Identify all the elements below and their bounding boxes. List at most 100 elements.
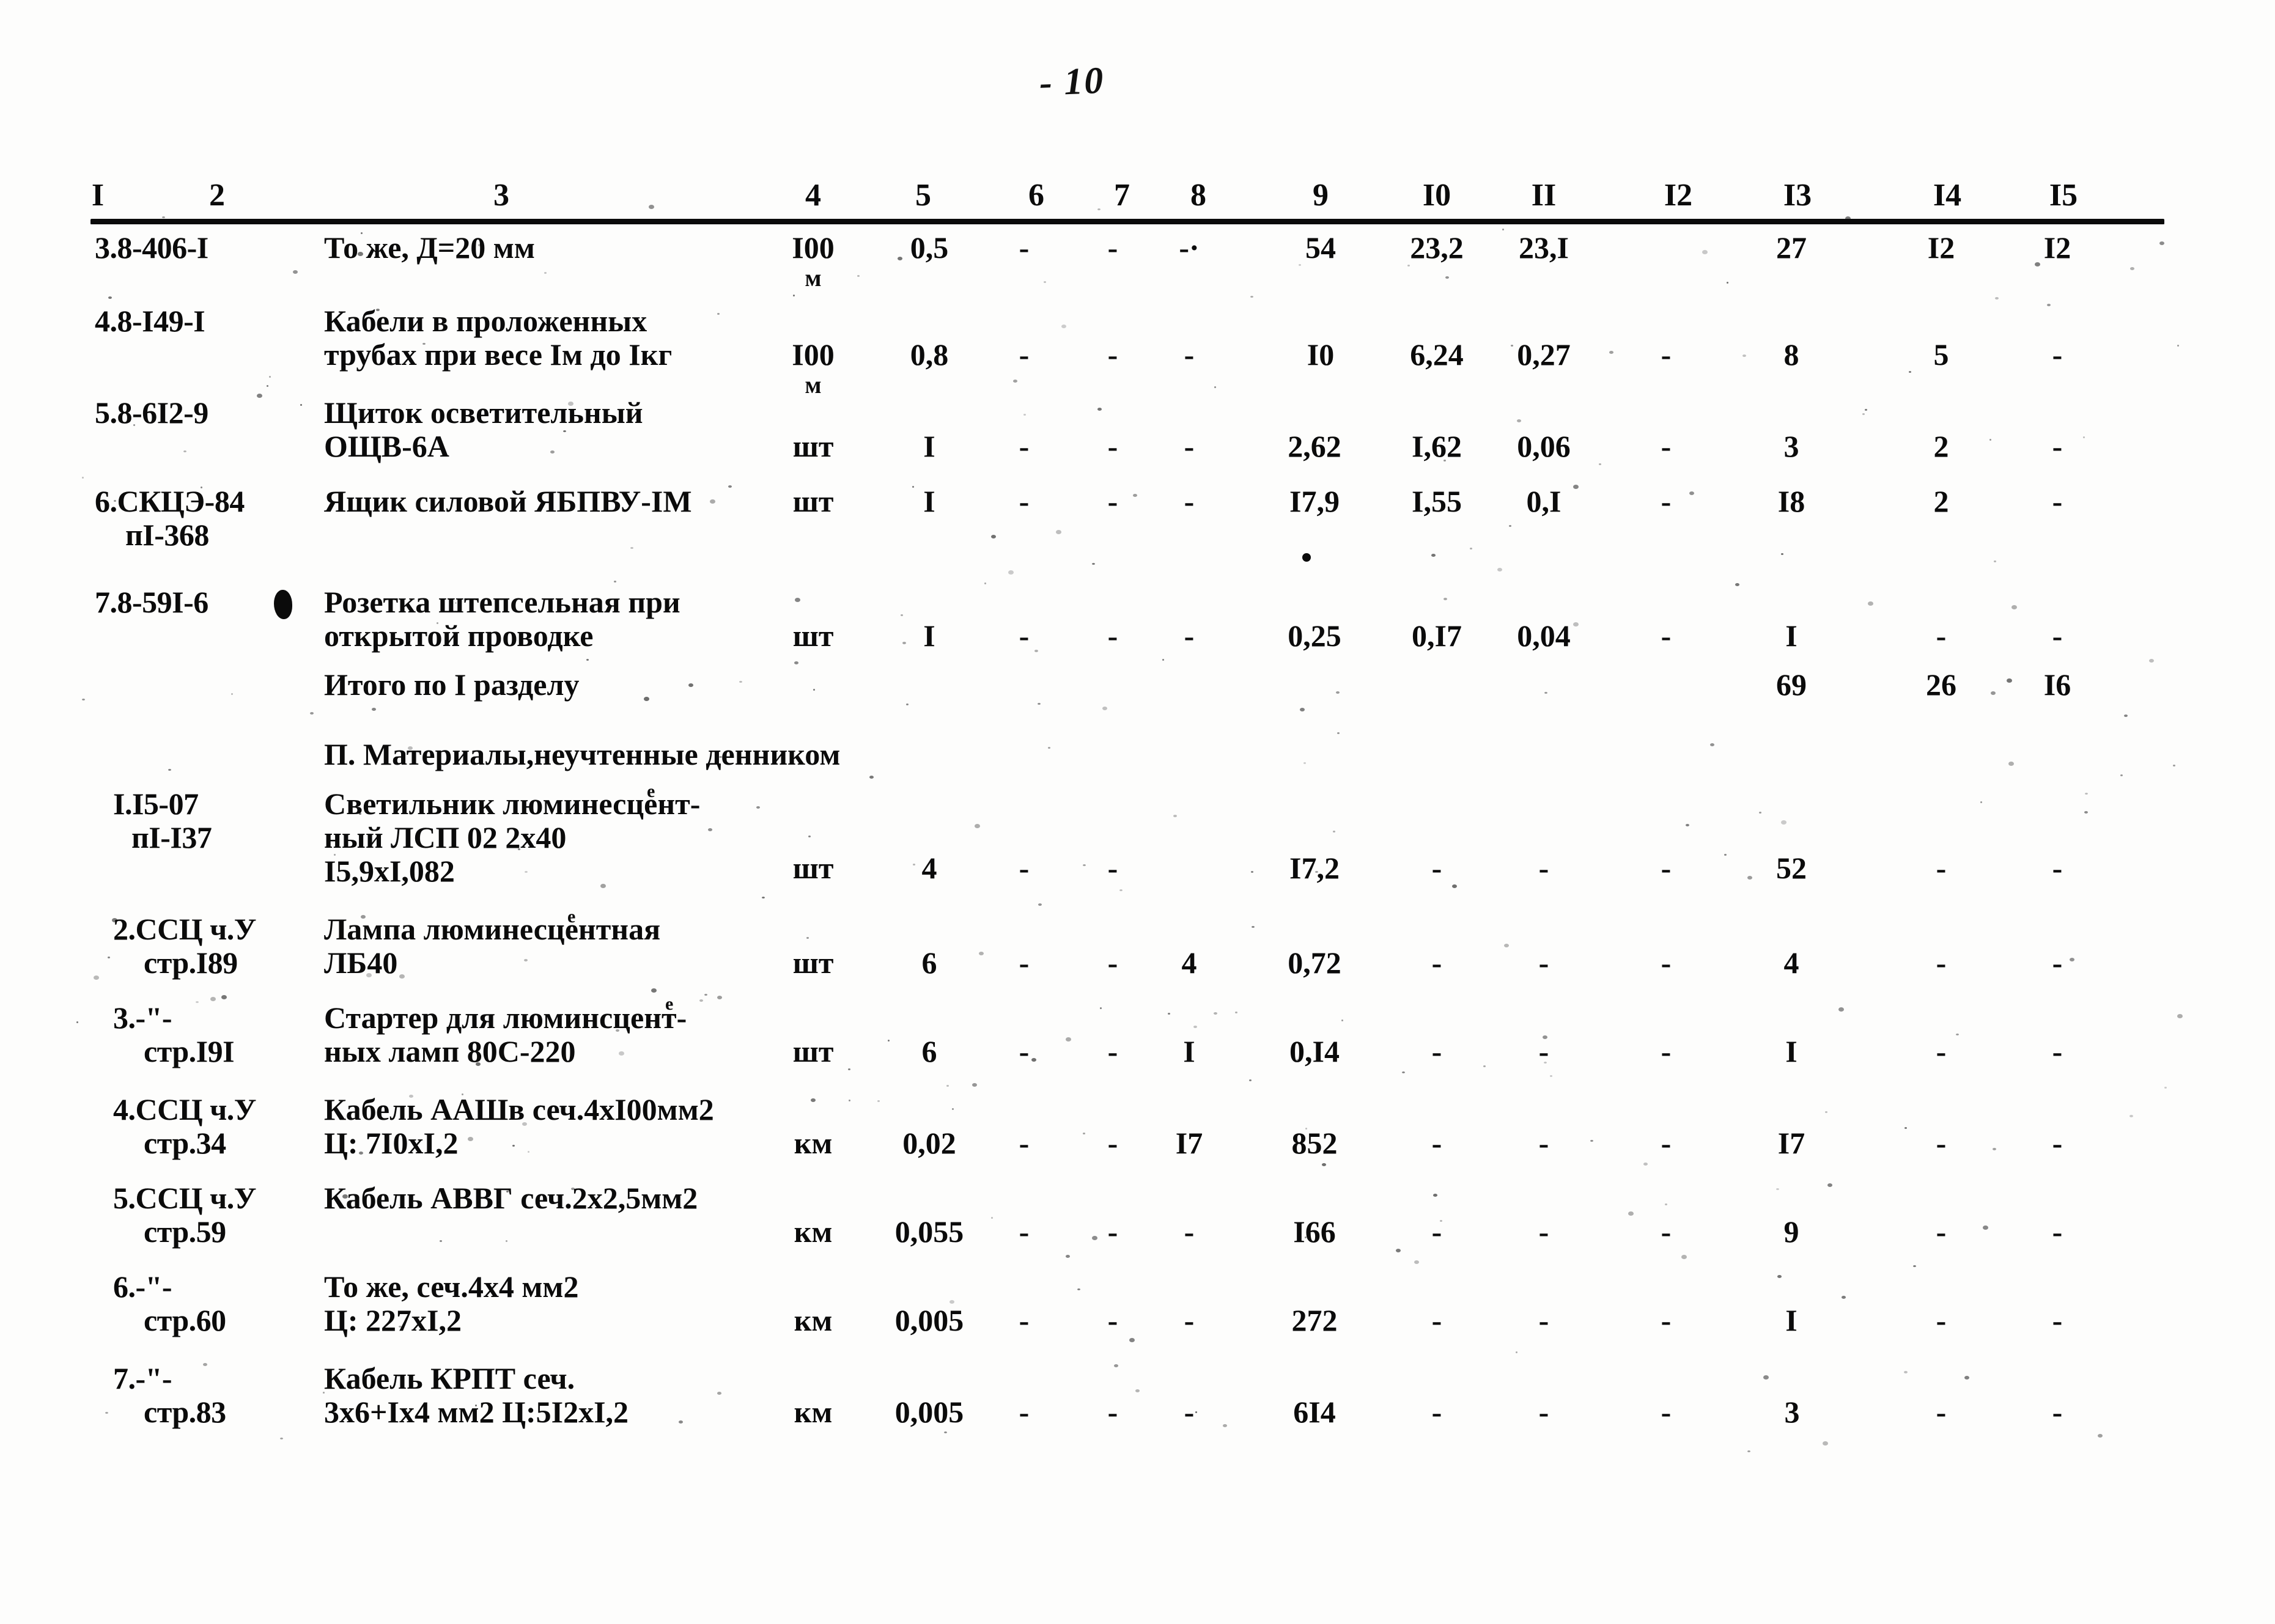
row-unit: км <box>794 1126 833 1160</box>
section-heading: П. Материалы,неучтенные денником <box>324 737 841 771</box>
row-c14: 5 <box>1933 337 1949 372</box>
row-c11: - <box>1538 1303 1549 1337</box>
row-desc-line-1: Светильник люминесцент- <box>324 787 701 821</box>
row-c11: - <box>1538 1034 1549 1068</box>
row-desc-line-1: То же, сеч.4х4 мм2 <box>324 1269 579 1304</box>
row-c7: - <box>1107 230 1118 265</box>
row-c6: - <box>1019 851 1030 885</box>
row-c10: 0,I7 <box>1412 619 1462 653</box>
row-c15: - <box>2052 1395 2063 1429</box>
row-c10: I,55 <box>1412 484 1462 518</box>
row-c13: 3 <box>1784 1395 1800 1429</box>
row-code-2: пI-I37 <box>131 820 212 854</box>
row-code-2: стр.I9I <box>144 1034 235 1068</box>
row-c7: - <box>1107 946 1118 980</box>
row-c8: -· <box>1179 230 1200 265</box>
row-c15: - <box>2052 1034 2063 1068</box>
row-c14: - <box>1936 619 1947 653</box>
row-unit: км <box>794 1395 833 1429</box>
column-header-12: I2 <box>1664 178 1693 213</box>
row-desc-line-1: Кабель ААШв сеч.4хI00мм2 <box>324 1092 714 1126</box>
row-c10: - <box>1431 1214 1442 1249</box>
row-desc-line-1: Кабель АВВГ сеч.2х2,5мм2 <box>324 1181 698 1215</box>
row-desc-line-2: Ц: 7I0xI,2 <box>324 1126 459 1160</box>
row-c8: - <box>1184 429 1195 463</box>
row-code-2: стр.60 <box>144 1303 226 1337</box>
estimate-table: I 2 3 4 5 6 7 8 9 I0 II I2 I3 I4 I5 3.8-… <box>0 0 2275 1624</box>
row-c15: - <box>2052 851 2063 885</box>
column-header-3: 3 <box>493 178 509 213</box>
row-desc-line-2: трубах при весе Iм до Iкг <box>324 337 673 372</box>
superscript-mark: е <box>665 994 674 1014</box>
row-code-2: стр.I89 <box>144 946 238 980</box>
row-c15: - <box>2052 1126 2063 1160</box>
row-c14: - <box>1936 1214 1947 1249</box>
row-c6: - <box>1019 1126 1030 1160</box>
column-header-15: I5 <box>2049 178 2078 213</box>
superscript-mark: е <box>647 781 655 801</box>
row-c13: 3 <box>1783 429 1799 463</box>
row-c11: - <box>1538 1214 1549 1249</box>
row-desc-line-2: Ц: 227xI,2 <box>324 1303 462 1337</box>
row-c9: 2,62 <box>1288 429 1341 463</box>
row-c8: - <box>1184 1303 1195 1337</box>
row-c9: I7,2 <box>1289 851 1340 885</box>
row-c10: - <box>1431 1034 1442 1068</box>
row-c15: - <box>2052 484 2063 518</box>
row-c12: - <box>1661 1395 1672 1429</box>
row-c13: 27 <box>1776 230 1807 265</box>
row-c11: - <box>1538 1126 1549 1160</box>
row-code: 6.-"- <box>113 1269 172 1304</box>
row-c8: - <box>1184 1395 1195 1429</box>
row-desc-line-1: Стартер для люминсцент- <box>324 1001 687 1035</box>
row-c13: 9 <box>1783 1214 1799 1249</box>
row-desc-line-1: Кабель КРПТ сеч. <box>324 1361 575 1395</box>
row-code: 7.8-59I-6 <box>95 585 208 619</box>
row-c12: - <box>1661 337 1672 372</box>
row-c10: - <box>1431 851 1442 885</box>
row-c12: - <box>1661 1034 1672 1068</box>
column-header-1: I <box>91 178 105 213</box>
row-c5: 0,005 <box>894 1395 964 1429</box>
row-c9: I66 <box>1293 1214 1336 1249</box>
row-c7: - <box>1107 337 1118 372</box>
row-c14: 2 <box>1933 484 1949 518</box>
row-desc-line-2: 3х6+Iх4 мм2 Ц:5I2xI,2 <box>324 1395 629 1429</box>
row-c13: 52 <box>1776 851 1807 885</box>
row-c11: 0,I <box>1526 484 1562 518</box>
row-c14: - <box>1936 1303 1947 1337</box>
total-c13: 69 <box>1776 667 1807 702</box>
row-code: 3.8-406-I <box>95 230 208 265</box>
total-label: Итого по I разделу <box>324 667 580 702</box>
row-c10: - <box>1431 1126 1442 1160</box>
row-c6: - <box>1019 337 1030 372</box>
row-code: 6.СКЦЭ-84 <box>95 484 245 518</box>
row-c14: - <box>1936 1126 1947 1160</box>
row-code: 2.ССЦ ч.У <box>113 912 257 946</box>
row-c5: I <box>923 429 935 463</box>
row-c9: I7,9 <box>1289 484 1340 518</box>
row-c5: 0,5 <box>910 230 949 265</box>
row-c9: 852 <box>1291 1126 1338 1160</box>
row-c8: - <box>1184 619 1195 653</box>
row-c6: - <box>1019 429 1030 463</box>
row-c12: - <box>1661 1126 1672 1160</box>
row-c11: - <box>1538 1395 1549 1429</box>
row-c9: 54 <box>1305 230 1336 265</box>
ink-blot <box>1302 553 1311 562</box>
row-c6: - <box>1019 230 1030 265</box>
row-desc-line-1: Кабели в проложенных <box>324 304 647 338</box>
row-c15: - <box>2052 619 2063 653</box>
row-c6: - <box>1019 619 1030 653</box>
row-c13: 4 <box>1783 946 1799 980</box>
row-desc-line-2: ОЩВ-6А <box>324 429 449 463</box>
column-header-8: 8 <box>1190 178 1206 213</box>
row-code: I.I5-07 <box>113 787 199 821</box>
column-header-11: II <box>1531 178 1557 213</box>
column-header-2: 2 <box>209 178 225 213</box>
row-c6: - <box>1019 1395 1030 1429</box>
row-desc-line-1: Розетка штепсельная при <box>324 585 680 619</box>
column-header-10: I0 <box>1422 178 1451 213</box>
column-header-13: I3 <box>1783 178 1812 213</box>
row-desc: Ящик силовой ЯБПВУ-IМ <box>324 484 692 518</box>
